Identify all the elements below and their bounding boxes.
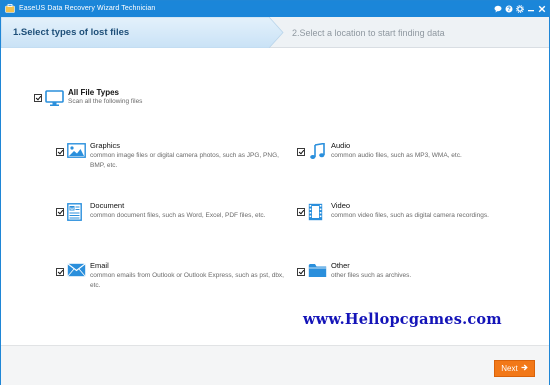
category-document: W Document common document files, such a… <box>56 201 286 243</box>
audio-description: common audio files, such as MP3, WMA, et… <box>331 152 462 159</box>
title-bar: EaseUS Data Recovery Wizard Technician ? <box>1 1 549 17</box>
window-controls: ? <box>493 3 547 14</box>
audio-title: Audio <box>331 141 351 150</box>
other-checkbox[interactable] <box>297 268 305 276</box>
window-title: EaseUS Data Recovery Wizard Technician <box>19 5 156 12</box>
graphics-checkbox[interactable] <box>56 148 64 156</box>
category-graphics: Graphics common image files or digital c… <box>56 141 286 183</box>
email-description: common emails from Outlook or Outlook Ex… <box>90 272 284 289</box>
other-description: other files such as archives. <box>331 272 412 279</box>
arrow-right-icon <box>521 364 528 373</box>
wizard-step-bar: 1.Select types of lost files 2.Select a … <box>1 17 549 48</box>
video-description: common video files, such as digital came… <box>331 212 489 219</box>
film-icon <box>308 203 323 226</box>
music-note-icon <box>308 142 327 165</box>
category-other: Other other files such as archives. <box>297 261 527 303</box>
category-video: Video common video files, such as digita… <box>297 201 527 243</box>
audio-checkbox[interactable] <box>297 148 305 156</box>
category-email: Email common emails from Outlook or Outl… <box>56 261 286 303</box>
app-briefcase-icon <box>5 4 15 13</box>
svg-text:?: ? <box>507 7 511 13</box>
step-1-tab: 1.Select types of lost files <box>1 17 291 48</box>
video-checkbox[interactable] <box>297 208 305 216</box>
file-type-panel: All File Types Scan all the following fi… <box>1 49 549 345</box>
watermark-text: www.Hellopcgames.com <box>303 311 502 328</box>
document-icon: W <box>67 203 82 226</box>
image-icon <box>67 143 86 163</box>
settings-icon[interactable] <box>515 3 525 14</box>
document-title: Document <box>90 201 125 210</box>
document-checkbox[interactable] <box>56 208 64 216</box>
chat-icon[interactable] <box>493 3 503 14</box>
email-title: Email <box>90 261 109 270</box>
close-icon[interactable] <box>537 3 547 14</box>
graphics-title: Graphics <box>90 141 121 150</box>
all-file-types-description: Scan all the following files <box>68 98 143 105</box>
all-file-types-title: All File Types <box>68 88 119 97</box>
folder-icon <box>308 263 327 283</box>
help-icon[interactable]: ? <box>504 3 514 14</box>
email-checkbox[interactable] <box>56 268 64 276</box>
minimize-icon[interactable] <box>526 3 536 14</box>
app-window: EaseUS Data Recovery Wizard Technician ? <box>0 0 550 385</box>
step-1-label: 1.Select types of lost files <box>13 27 130 38</box>
envelope-icon <box>67 263 86 282</box>
wizard-footer: Next <box>1 345 549 385</box>
all-file-types-checkbox[interactable] <box>34 94 42 102</box>
next-button-label: Next <box>501 364 518 373</box>
category-audio: Audio common audio files, such as MP3, W… <box>297 141 527 183</box>
monitor-icon <box>45 90 64 112</box>
next-button[interactable]: Next <box>494 360 535 377</box>
video-title: Video <box>331 201 351 210</box>
document-description: common document files, such as Word, Exc… <box>90 212 266 219</box>
svg-text:W: W <box>70 206 74 211</box>
graphics-description: common image files or digital camera pho… <box>90 152 279 169</box>
other-title: Other <box>331 261 350 270</box>
step-2-label: 2.Select a location to start finding dat… <box>292 28 445 38</box>
